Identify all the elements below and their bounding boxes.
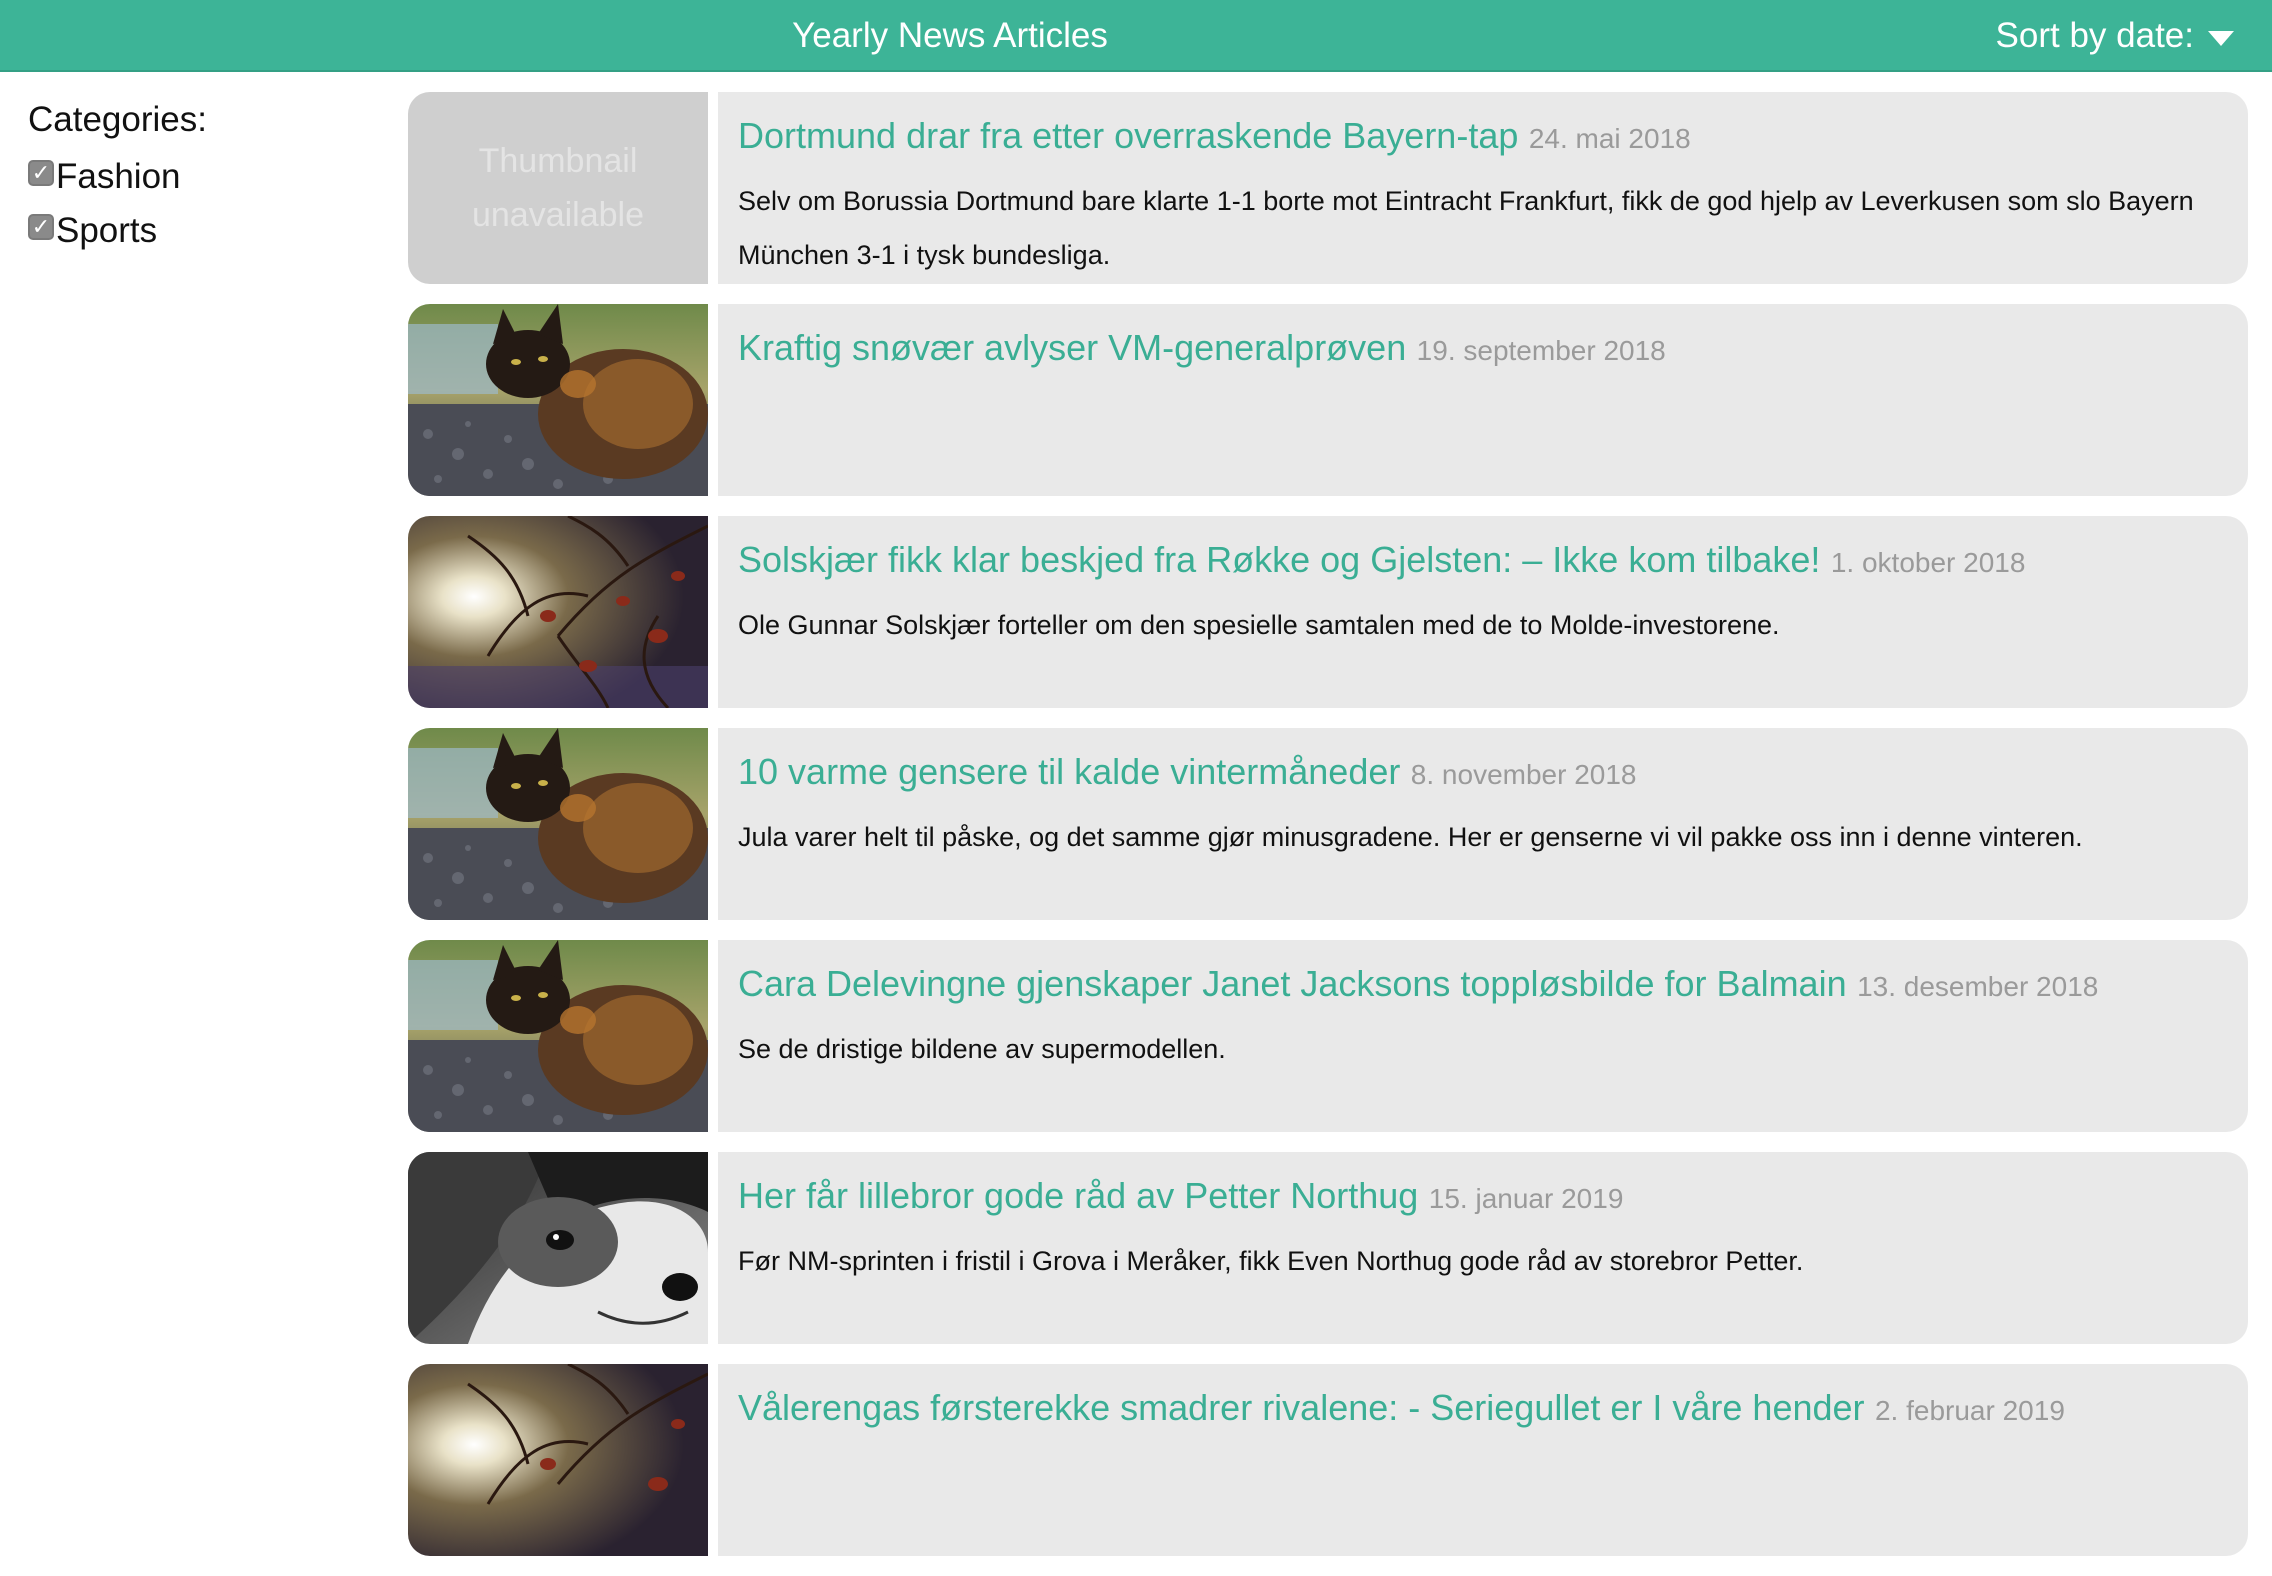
category-label: Fashion: [56, 157, 181, 196]
article-list: Thumbnail unavailable Dortmund drar fra …: [408, 92, 2248, 1576]
article-card[interactable]: Solskjær fikk klar beskjed fra Røkke og …: [408, 516, 2248, 708]
article-content: Kraftig snøvær avlyser VM-generalprøven …: [718, 304, 2248, 496]
article-card[interactable]: Vålerengas førsterekke smadrer rivalene:…: [408, 1364, 2248, 1556]
article-title[interactable]: 10 varme gensere til kalde vintermåneder: [738, 751, 1400, 792]
article-content: Solskjær fikk klar beskjed fra Røkke og …: [718, 516, 2248, 708]
sort-by-date-dropdown[interactable]: Sort by date:: [1996, 0, 2234, 72]
article-content: Cara Delevingne gjenskaper Janet Jackson…: [718, 940, 2248, 1132]
article-card[interactable]: Kraftig snøvær avlyser VM-generalprøven …: [408, 304, 2248, 496]
dog-photo: [408, 1152, 708, 1344]
article-content: Her får lillebror gode råd av Petter Nor…: [718, 1152, 2248, 1344]
branches-photo: [408, 1364, 708, 1556]
article-card[interactable]: Cara Delevingne gjenskaper Janet Jackson…: [408, 940, 2248, 1132]
checkmark-icon: ✓: [31, 214, 51, 239]
article-title[interactable]: Solskjær fikk klar beskjed fra Røkke og …: [738, 539, 1820, 580]
article-description: Ole Gunnar Solskjær forteller om den spe…: [738, 610, 1780, 640]
article-title[interactable]: Dortmund drar fra etter overraskende Bay…: [738, 115, 1518, 156]
article-thumbnail[interactable]: [408, 516, 708, 708]
article-description: Selv om Borussia Dortmund bare klarte 1-…: [738, 186, 2194, 270]
article-card[interactable]: 10 varme gensere til kalde vintermåneder…: [408, 728, 2248, 920]
cat-photo: [408, 304, 708, 496]
page-title: Yearly News Articles: [792, 16, 1108, 55]
article-card[interactable]: Her får lillebror gode råd av Petter Nor…: [408, 1152, 2248, 1344]
article-thumbnail[interactable]: [408, 1364, 708, 1556]
article-description: Jula varer helt til påske, og det samme …: [738, 822, 2083, 852]
article-content: Dortmund drar fra etter overraskende Bay…: [718, 92, 2248, 284]
article-date: 8. november 2018: [1410, 759, 1637, 790]
article-title[interactable]: Vålerengas førsterekke smadrer rivalene:…: [738, 1387, 1865, 1428]
article-card[interactable]: Thumbnail unavailable Dortmund drar fra …: [408, 92, 2248, 284]
article-date: 24. mai 2018: [1528, 123, 1691, 154]
article-date: 2. februar 2019: [1874, 1395, 2065, 1426]
article-date: 13. desember 2018: [1857, 971, 2099, 1002]
category-label: Sports: [56, 211, 158, 250]
article-content: Vålerengas førsterekke smadrer rivalene:…: [718, 1364, 2248, 1556]
category-fashion[interactable]: ✓ Fashion: [28, 150, 368, 204]
fashion-checkbox[interactable]: ✓: [28, 160, 54, 186]
article-date: 15. januar 2019: [1428, 1183, 1624, 1214]
article-thumbnail[interactable]: [408, 728, 708, 920]
article-thumbnail[interactable]: [408, 304, 708, 496]
top-bar: Yearly News Articles Sort by date:: [0, 0, 2272, 72]
article-date: 19. september 2018: [1416, 335, 1666, 366]
article-description: Før NM-sprinten i fristil i Grova i Merå…: [738, 1246, 1804, 1276]
article-content: 10 varme gensere til kalde vintermåneder…: [718, 728, 2248, 920]
cat-photo: [408, 940, 708, 1132]
checkmark-icon: ✓: [31, 160, 51, 185]
sports-checkbox[interactable]: ✓: [28, 214, 54, 240]
article-title[interactable]: Cara Delevingne gjenskaper Janet Jackson…: [738, 963, 1847, 1004]
article-description: Se de dristige bildene av supermodellen.: [738, 1034, 1226, 1064]
chevron-down-icon[interactable]: [2208, 30, 2234, 46]
article-title[interactable]: Kraftig snøvær avlyser VM-generalprøven: [738, 327, 1406, 368]
branches-photo: [408, 516, 708, 708]
categories-heading: Categories:: [28, 100, 207, 139]
article-thumbnail[interactable]: [408, 1152, 708, 1344]
cat-photo: [408, 728, 708, 920]
category-sports[interactable]: ✓ Sports: [28, 204, 368, 258]
sort-label: Sort by date:: [1995, 16, 2194, 55]
category-sidebar: Categories: ✓ Fashion ✓ Sports: [28, 96, 368, 258]
article-date: 1. oktober 2018: [1830, 547, 2026, 578]
article-title[interactable]: Her får lillebror gode råd av Petter Nor…: [738, 1175, 1418, 1216]
article-thumbnail[interactable]: [408, 940, 708, 1132]
thumbnail-placeholder: Thumbnail unavailable: [408, 92, 708, 284]
